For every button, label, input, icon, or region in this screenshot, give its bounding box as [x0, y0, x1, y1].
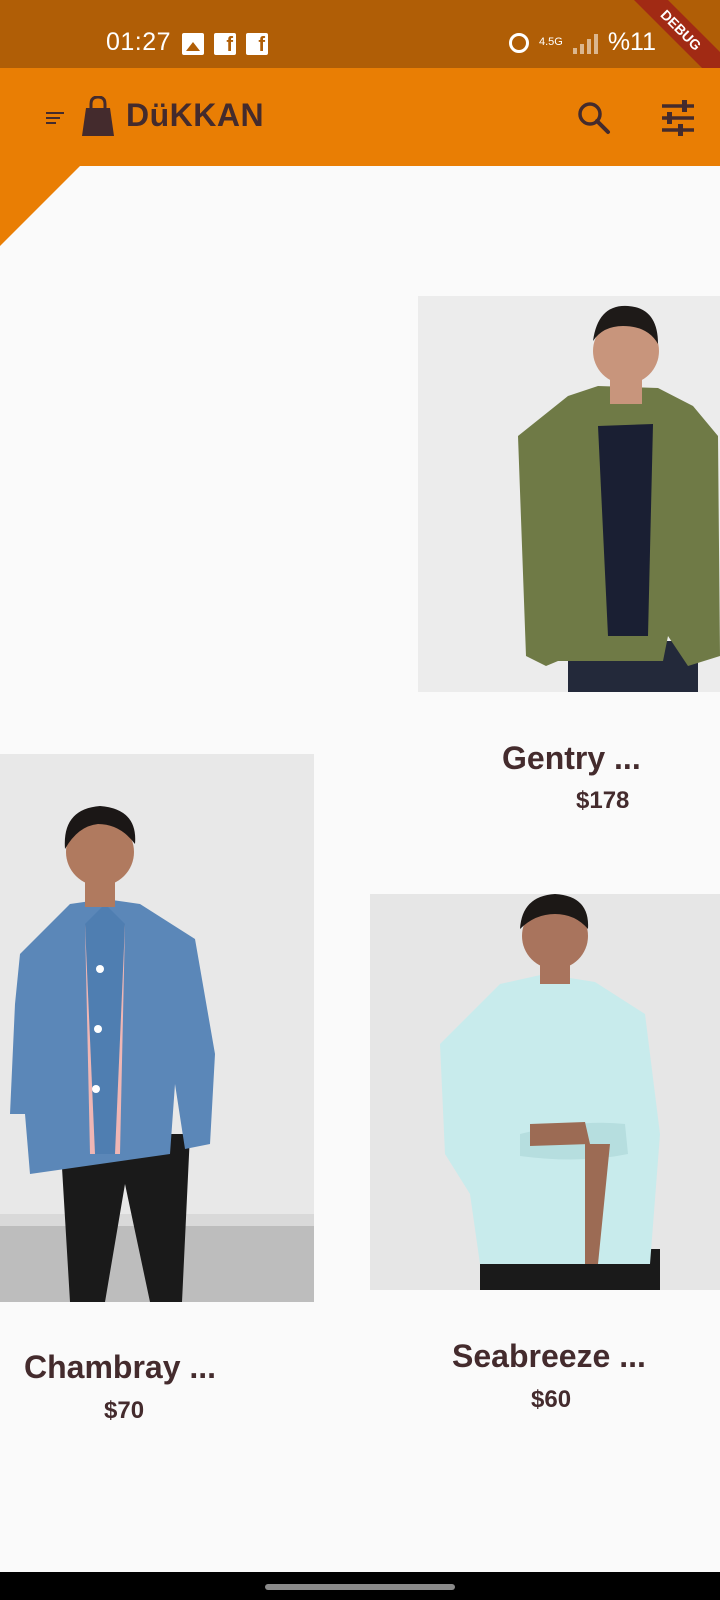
gallery-notification-icon	[182, 33, 204, 55]
menu-icon	[46, 112, 64, 114]
menu-button[interactable]	[46, 112, 66, 128]
status-indicators: 4.5G %11	[508, 28, 656, 57]
product-name: Gentry ...	[502, 740, 641, 776]
app-title: DüKKAN	[126, 97, 265, 133]
product-price: $60	[531, 1386, 572, 1413]
facebook-notification-icon	[214, 33, 236, 57]
battery-level: %11	[607, 28, 656, 56]
notification-icons	[182, 33, 268, 57]
product-price: $70	[104, 1397, 145, 1424]
signal-icon	[572, 32, 598, 54]
app-bar-corner-cut	[0, 166, 80, 246]
product-name: Seabreeze ...	[452, 1338, 646, 1374]
product-name: Chambray ...	[24, 1349, 217, 1385]
facebook-notification-icon	[246, 33, 268, 57]
status-time: 01:27	[106, 28, 172, 56]
product-image-seabreeze[interactable]	[370, 894, 720, 1290]
alarm-icon	[508, 32, 529, 53]
product-image-chambray[interactable]	[0, 754, 314, 1302]
tune-icon[interactable]	[658, 98, 698, 138]
product-image-gentry[interactable]	[418, 296, 720, 692]
shopping-bag-icon	[82, 96, 114, 136]
home-gesture-handle[interactable]	[265, 1584, 455, 1590]
network-type: 4.5G	[538, 36, 563, 48]
product-price: $178	[576, 787, 630, 814]
status-bar: 01:27 4.5G %11 DEBUG	[0, 0, 720, 68]
search-icon[interactable]	[574, 98, 614, 138]
